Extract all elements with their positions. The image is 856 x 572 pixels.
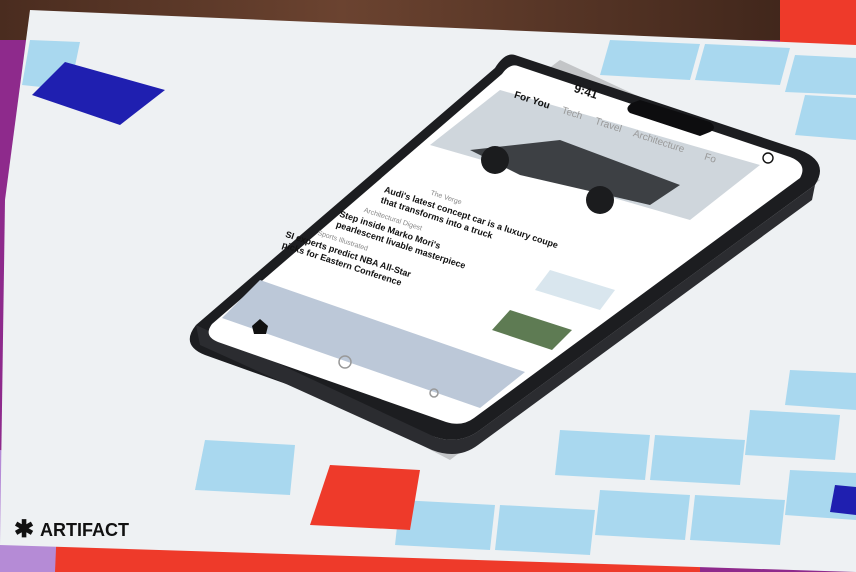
tile (600, 40, 700, 80)
tile (690, 495, 785, 545)
hero-car-wheel (481, 146, 509, 174)
tile (495, 505, 595, 555)
hero-car-wheel (586, 186, 614, 214)
tile (795, 95, 856, 140)
tile (555, 430, 650, 480)
tile (785, 370, 856, 410)
tile (745, 410, 840, 460)
scene: 9:41 For You Tech Travel Architecture Fo… (0, 0, 856, 572)
brand-name: ARTIFACT (40, 520, 129, 540)
tile (650, 435, 745, 485)
tile (695, 44, 790, 85)
tile (785, 55, 856, 95)
brand-mark: ✱ (14, 516, 34, 543)
tile (195, 440, 295, 495)
tile (595, 490, 690, 540)
